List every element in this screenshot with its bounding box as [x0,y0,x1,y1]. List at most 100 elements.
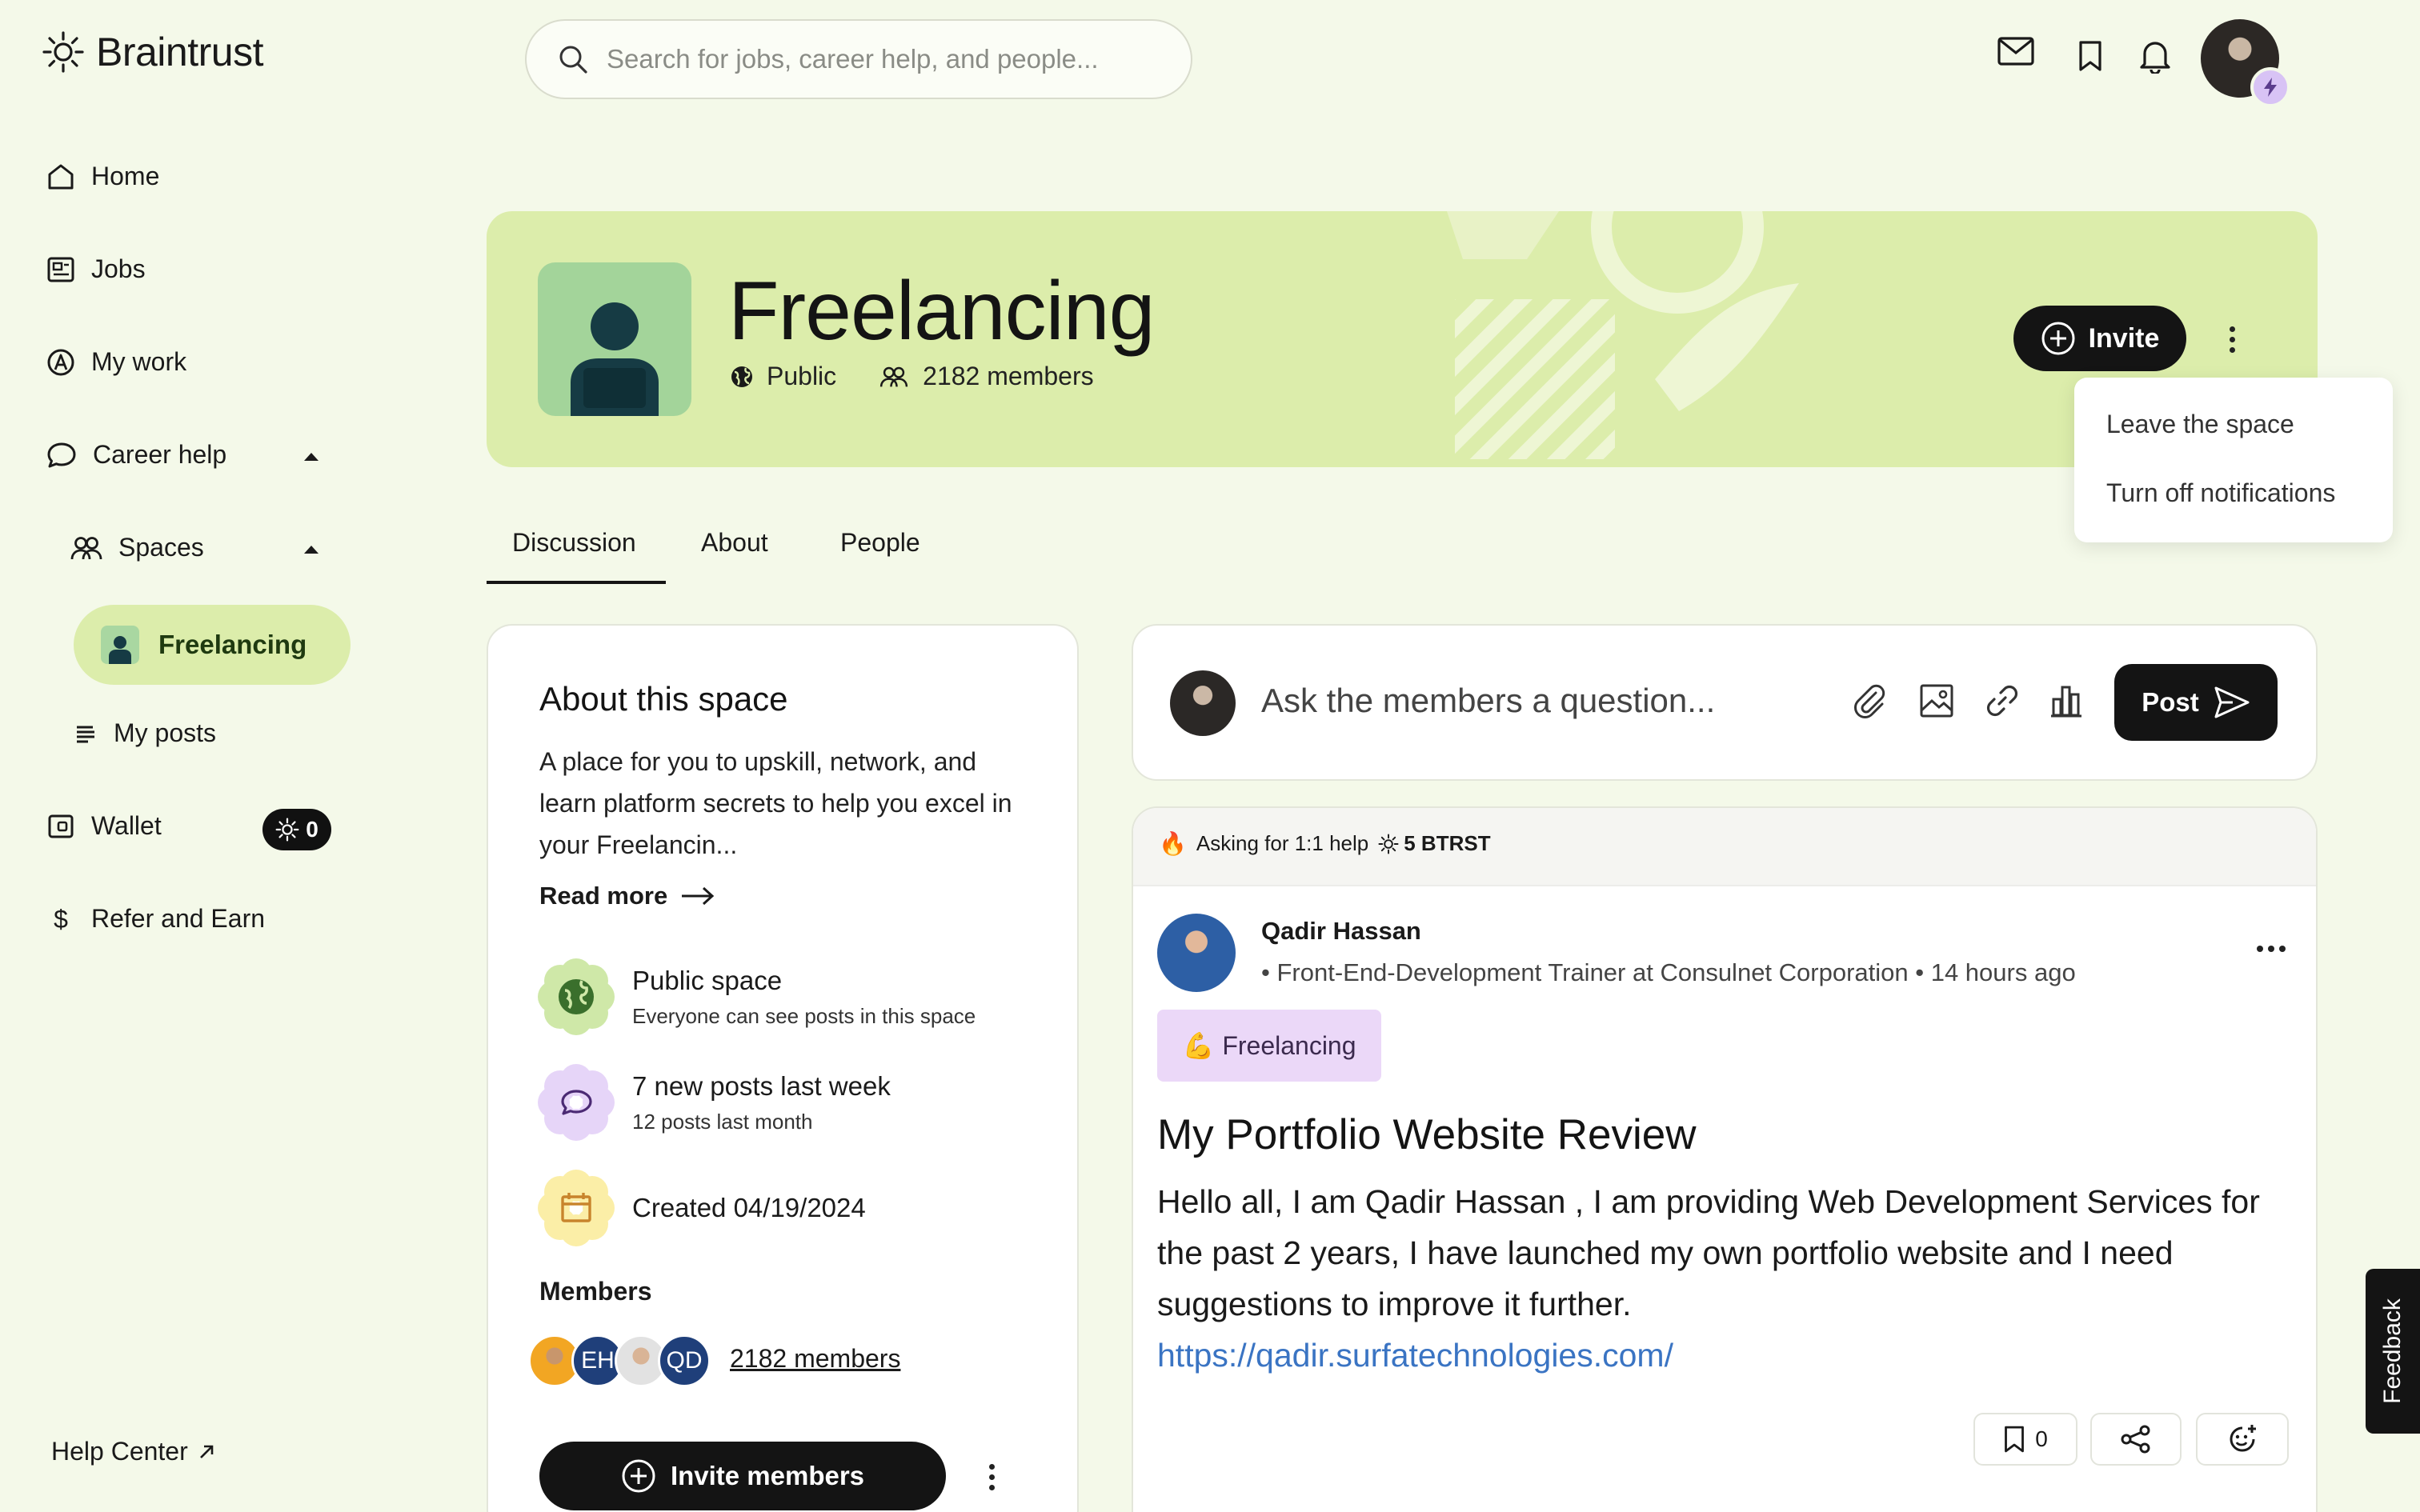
post-space-tag[interactable]: 💪 Freelancing [1157,1010,1381,1082]
home-icon [46,162,75,191]
sidebar-item-spaces[interactable]: Spaces [70,533,204,562]
chat-icon [46,441,77,470]
read-more-label: Read more [539,882,668,910]
more-options-icon[interactable] [2230,326,2235,353]
mail-icon[interactable] [1997,37,2034,66]
help-center-label: Help Center [51,1437,188,1466]
lightning-icon [2250,67,2290,107]
feature-title: 7 new posts last week [632,1070,891,1101]
wallet-icon [46,812,75,841]
share-button[interactable] [2090,1413,2182,1466]
add-reaction-icon [2226,1423,2258,1455]
arrow-right-icon [680,886,715,906]
help-center-link[interactable]: Help Center [51,1437,215,1466]
post-more-options-icon[interactable] [2257,946,2286,952]
svg-text:$: $ [54,905,68,934]
poll-icon[interactable] [2050,683,2082,718]
invite-button[interactable]: Invite [2013,306,2186,371]
bookmark-button[interactable]: 0 [1973,1413,2077,1466]
feedback-tab[interactable]: Feedback [2366,1269,2420,1434]
share-icon [2120,1425,2152,1454]
braintrust-logo-icon [42,30,85,74]
user-avatar[interactable] [2201,19,2290,107]
plus-circle-icon [621,1458,656,1494]
feedback-label: Feedback [2379,1298,2406,1404]
sidebar-item-jobs[interactable]: Jobs [46,254,146,284]
sidebar-item-label: Spaces [118,533,204,562]
sidebar-item-freelancing[interactable]: Freelancing [74,605,351,685]
link-icon[interactable] [1985,683,2020,718]
help-request-text: Asking for 1:1 help [1196,831,1369,855]
more-options-icon[interactable] [989,1464,995,1490]
sidebar-item-label: Jobs [91,254,146,283]
add-reaction-button[interactable] [2196,1413,2289,1466]
post-label: Post [2142,687,2199,717]
space-visibility: Public [767,362,837,390]
invite-members-label: Invite members [670,1461,865,1490]
sidebar-item-career-help[interactable]: Career help [46,440,226,470]
active-tab-indicator [487,581,666,584]
wallet-balance-badge: 0 [262,809,331,850]
sidebar-item-label: My posts [114,718,217,747]
fire-icon: 🔥 [1159,831,1187,856]
bell-icon[interactable] [2138,38,2172,74]
sidebar-item-home[interactable]: Home [46,162,159,191]
brand-logo[interactable]: Braintrust [42,29,263,75]
chat-badge-icon [538,1064,615,1141]
bookmark-icon[interactable] [2077,40,2103,72]
globe-badge-icon [538,958,615,1035]
caret-up-icon[interactable] [302,544,320,555]
plus-circle-icon [2041,321,2076,356]
tab-people[interactable]: People [840,528,920,558]
flexed-bicep-icon: 💪 [1182,1031,1215,1060]
search-icon [557,43,589,75]
read-more-link[interactable]: Read more [539,882,715,910]
sidebar-item-label: Freelancing [158,630,307,659]
tab-discussion[interactable]: Discussion [512,528,636,558]
list-icon [74,722,98,746]
feature-subtitle: 12 posts last month [632,1109,813,1134]
about-description: A place for you to upskill, network, and… [539,747,1012,859]
members-link[interactable]: 2182 members [730,1344,900,1374]
search-input[interactable] [607,44,1167,74]
member-avatars[interactable]: EH QD [528,1334,711,1387]
composer-input[interactable]: Ask the members a question... [1261,682,1715,720]
post-button[interactable]: Post [2114,664,2278,741]
feature-title: Created 04/19/2024 [632,1193,866,1222]
image-icon[interactable] [1919,683,1954,718]
my-work-icon [46,348,75,377]
search-bar[interactable] [525,19,1192,99]
bookmark-count: 0 [2035,1426,2048,1451]
sidebar-item-label: Career help [93,440,227,469]
author-avatar[interactable] [1157,914,1236,992]
feature-public-space: Public space Everyone can see posts in t… [538,958,976,1035]
feature-post-stats: 7 new posts last week 12 posts last mont… [538,1064,891,1141]
space-member-count: 2182 members [923,362,1094,390]
post-body-text: Hello all, I am Qadir Hassan , I am prov… [1157,1183,2260,1322]
sidebar-item-refer-and-earn[interactable]: $ Refer and Earn [46,904,265,934]
tab-about[interactable]: About [701,528,768,558]
post-tag-label: Freelancing [1222,1030,1356,1060]
caret-up-icon[interactable] [302,451,320,462]
sidebar-item-my-posts[interactable]: My posts [74,718,216,748]
sidebar-item-my-work[interactable]: My work [46,347,186,377]
post-link[interactable]: https://qadir.surfatechnologies.com/ [1157,1337,1673,1374]
jobs-icon [46,255,75,284]
author-meta: • Front-End-Development Trainer at Consu… [1261,958,2076,986]
attachment-icon[interactable] [1852,683,1889,720]
help-reward: 5 BTRST [1404,831,1491,855]
send-icon [2214,686,2250,719]
turn-off-notifications-menu-item[interactable]: Turn off notifications [2106,478,2335,508]
feature-title: Public space [632,965,783,995]
author-name[interactable]: Qadir Hassan [1261,917,1421,946]
sidebar-item-label: My work [91,347,187,376]
space-logo-icon [538,262,691,416]
bookmark-icon [2003,1425,2025,1454]
member-avatar[interactable]: QD [658,1334,711,1387]
post-title[interactable]: My Portfolio Website Review [1157,1110,1697,1159]
leave-space-menu-item[interactable]: Leave the space [2106,410,2294,439]
btrst-token-icon [275,818,299,842]
sidebar-item-wallet[interactable]: Wallet [46,811,162,841]
post-card [1132,806,2318,1512]
invite-members-button[interactable]: Invite members [539,1442,946,1510]
